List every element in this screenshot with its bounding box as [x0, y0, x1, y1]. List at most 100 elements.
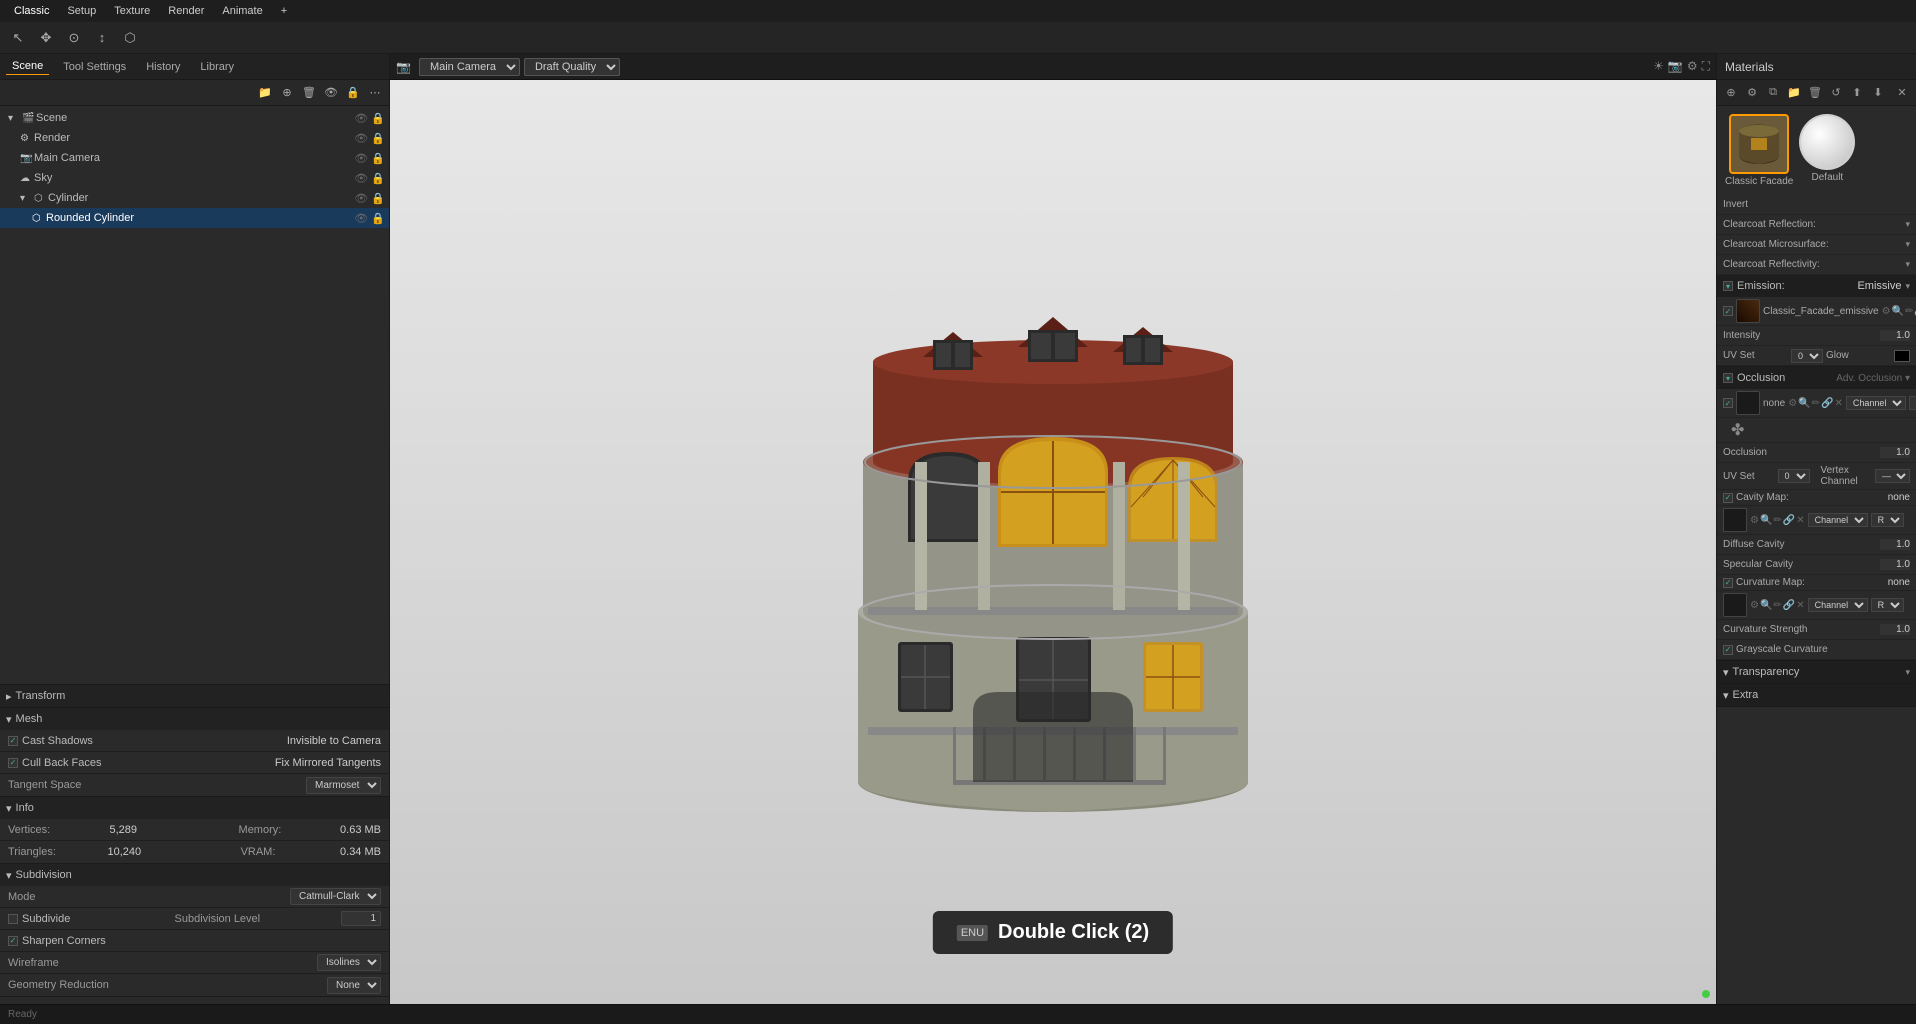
quality-select[interactable]: Draft Quality [524, 58, 620, 76]
emissive-map-check[interactable]: ✓ [1723, 306, 1733, 316]
tree-main-camera[interactable]: 📷 Main Camera 👁 🔒 [0, 148, 389, 168]
cav-eye-icon[interactable]: 🔍 [1760, 515, 1772, 526]
tab-history[interactable]: History [140, 59, 186, 75]
tab-library[interactable]: Library [194, 59, 240, 75]
menu-texture[interactable]: Texture [106, 3, 158, 19]
emission-header[interactable]: ▾ Emission: Emissive ▾ [1717, 275, 1916, 297]
cav-channel-val[interactable]: R [1871, 513, 1904, 527]
occ-remove-icon[interactable]: ✕ [1835, 398, 1843, 409]
vp-sun-icon[interactable]: ☀ [1653, 59, 1664, 74]
grayscale-curvature-check[interactable]: ✓ [1723, 645, 1733, 655]
curv-channel-val[interactable]: R [1871, 598, 1904, 612]
mode-select[interactable]: Catmull-Clark [290, 888, 381, 905]
occlusion-adv-label[interactable]: Adv. Occlusion ▾ [1836, 373, 1910, 384]
cav-channel-select[interactable]: ChannelR [1808, 513, 1868, 527]
clearcoat-reflection-arrow[interactable]: ▾ [1905, 219, 1910, 230]
clearcoat-reflectivity-arrow[interactable]: ▾ [1905, 259, 1910, 270]
subdivision-header[interactable]: ▾ Subdivision [0, 864, 389, 886]
scene-more-btn[interactable]: ⋯ [365, 83, 385, 103]
menu-more[interactable]: + [273, 3, 295, 19]
cast-shadows-check[interactable]: ✓ Cast Shadows [8, 735, 287, 747]
menu-animate[interactable]: Animate [214, 3, 270, 19]
menu-render[interactable]: Render [160, 3, 212, 19]
curv-link-icon[interactable]: 🔗 [1783, 600, 1795, 611]
circle-tool[interactable]: ⊙ [62, 26, 86, 50]
curv-edit-icon[interactable]: ✏ [1773, 600, 1781, 611]
extra-header[interactable]: ▾ Extra [1717, 684, 1916, 706]
occ-channel-select[interactable]: ChannelRGB [1846, 396, 1906, 410]
wireframe-select[interactable]: Isolines [317, 954, 381, 971]
curv-gear-icon[interactable]: ⚙ [1750, 600, 1759, 611]
cavity-map-check[interactable]: ✓ [1723, 493, 1733, 503]
transform-tool[interactable]: ✥ [34, 26, 58, 50]
subdivide-check[interactable]: Subdivide [8, 913, 175, 925]
mat-thumb-classic-facade-img[interactable] [1729, 114, 1789, 174]
info-header[interactable]: ▾ Info [0, 797, 389, 819]
cursor-tool[interactable]: ↖ [6, 26, 30, 50]
tree-cylinder[interactable]: ▾ ⬡ Cylinder 👁 🔒 [0, 188, 389, 208]
mat-folder2-btn[interactable]: 📁 [1784, 83, 1804, 103]
tree-render[interactable]: ⚙ Render 👁 🔒 [0, 128, 389, 148]
occlusion-toggle[interactable]: ▾ [1723, 373, 1733, 383]
transform-header[interactable]: ▸ Transform [0, 685, 389, 707]
tree-rounded-cylinder[interactable]: ⬡ Rounded Cylinder 👁 🔒 [0, 208, 389, 228]
cav-remove-icon[interactable]: ✕ [1796, 515, 1804, 526]
occlusion-value-input[interactable] [1880, 447, 1910, 458]
occ-link-icon[interactable]: 🔗 [1821, 398, 1833, 409]
diffuse-cavity-input[interactable] [1880, 539, 1910, 550]
mat-folder-btn[interactable]: ⚙ [1742, 83, 1762, 103]
cull-back-faces-checkbox[interactable]: ✓ [8, 758, 18, 768]
intensity-input[interactable] [1880, 330, 1910, 341]
mat-thumb-default-img[interactable] [1799, 114, 1855, 170]
menu-setup[interactable]: Setup [59, 3, 104, 19]
curvature-map-check[interactable]: ✓ [1723, 578, 1733, 588]
emissive-edit-icon[interactable]: ✏ [1905, 306, 1913, 317]
scene-folder-btn[interactable]: ⊕ [277, 83, 297, 103]
occ-eye-icon[interactable]: 🔍 [1798, 398, 1810, 409]
scene-lock-btn[interactable]: 🔒 [343, 83, 363, 103]
occ-edit-icon[interactable]: ✏ [1812, 398, 1820, 409]
tab-tool-settings[interactable]: Tool Settings [57, 59, 132, 75]
mat-delete-btn[interactable]: 🗑 [1805, 83, 1825, 103]
cull-back-faces-check[interactable]: ✓ Cull Back Faces [8, 757, 275, 769]
transparency-dropdown[interactable]: ▾ [1905, 667, 1910, 678]
scene-delete-btn[interactable]: 🗑 [299, 83, 319, 103]
mat-import-btn[interactable]: ⬇ [1868, 83, 1888, 103]
mat-export-btn[interactable]: ⬆ [1847, 83, 1867, 103]
subdiv-level-input[interactable] [341, 911, 381, 926]
transparency-header[interactable]: ▾ Transparency ▾ [1717, 661, 1916, 683]
vertex-channel-select[interactable]: — [1875, 469, 1910, 483]
occ-gear-icon[interactable]: ⚙ [1788, 398, 1797, 409]
shape-tool[interactable]: ⬡ [118, 26, 142, 50]
geo-reduction-select[interactable]: None [327, 977, 381, 994]
occlusion-header[interactable]: ▾ Occlusion Adv. Occlusion ▾ [1717, 367, 1916, 389]
scene-add-btn[interactable]: 📁 [255, 83, 275, 103]
curv-remove-icon[interactable]: ✕ [1796, 600, 1804, 611]
tangent-space-select[interactable]: Marmoset DirectX [306, 777, 381, 794]
tree-scene[interactable]: ▾ 🎬 Scene 👁 🔒 [0, 108, 389, 128]
arrow-tool[interactable]: ↕ [90, 26, 114, 50]
specular-cavity-input[interactable] [1880, 559, 1910, 570]
glow-swatch[interactable] [1894, 350, 1910, 362]
camera-select[interactable]: Main Camera [419, 58, 520, 76]
menu-classic[interactable]: Classic [6, 3, 57, 19]
tree-sky[interactable]: ☁ Sky 👁 🔒 [0, 168, 389, 188]
emissive-gear-icon[interactable]: ⚙ [1882, 306, 1891, 317]
emission-dropdown[interactable]: ▾ [1905, 281, 1910, 292]
mat-duplicate-btn[interactable]: ⧉ [1763, 83, 1783, 103]
clearcoat-microsurface-arrow[interactable]: ▾ [1905, 239, 1910, 250]
mat-thumb-default[interactable]: Default [1799, 114, 1855, 187]
sharpen-corners-checkbox[interactable]: ✓ [8, 936, 18, 946]
uv-set-select[interactable]: 01 [1791, 349, 1823, 363]
occlusion-map-check[interactable]: ✓ [1723, 398, 1733, 408]
cav-gear-icon[interactable]: ⚙ [1750, 515, 1759, 526]
scene-eye-btn[interactable]: 👁 [321, 83, 341, 103]
mat-thumb-classic-facade[interactable]: Classic Facade [1725, 114, 1793, 187]
occ-channel-val[interactable]: R [1909, 396, 1916, 410]
sharpen-corners-check[interactable]: ✓ Sharpen Corners [8, 935, 381, 947]
subdivide-checkbox[interactable] [8, 914, 18, 924]
uv-set2-select[interactable]: 0 [1778, 469, 1810, 483]
mat-close-btn[interactable]: ✕ [1892, 83, 1912, 103]
tab-scene[interactable]: Scene [6, 58, 49, 75]
emission-checkbox[interactable]: ▾ [1723, 281, 1733, 291]
